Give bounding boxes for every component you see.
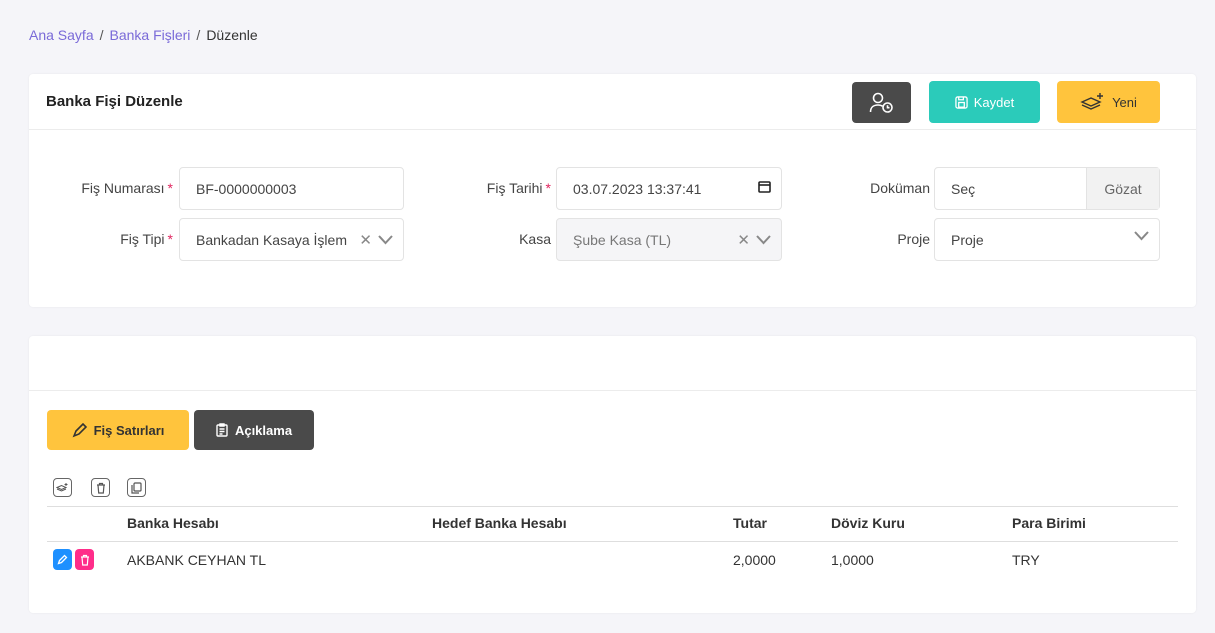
trash-icon — [96, 482, 105, 494]
column-header: Tutar — [733, 515, 767, 531]
dokuman-file-input[interactable]: Seç Gözat — [934, 167, 1160, 210]
kasa-select[interactable]: Şube Kasa (TL) ✕ — [556, 218, 782, 261]
column-header: Para Birimi — [1012, 515, 1086, 531]
browse-button[interactable]: Gözat — [1086, 168, 1159, 209]
add-row-button[interactable] — [53, 478, 72, 497]
clear-icon[interactable]: ✕ — [359, 231, 372, 249]
tab-fis-satirlari[interactable]: Fiş Satırları — [47, 410, 189, 450]
save-button[interactable]: Kaydet — [929, 81, 1040, 123]
save-icon — [955, 95, 968, 109]
layers-plus-icon — [56, 483, 68, 492]
fis-tarihi-label: Fiş Tarihi * — [486, 180, 551, 196]
cell-doviz-kuru: 1,0000 — [831, 552, 874, 568]
cell-banka-hesabi: AKBANK CEYHAN TL — [127, 552, 267, 568]
column-header: Döviz Kuru — [831, 515, 905, 531]
tab-aciklama[interactable]: Açıklama — [194, 410, 314, 450]
column-header: Hedef Banka Hesabı — [432, 515, 567, 531]
fis-numarasi-input[interactable]: BF-0000000003 — [179, 167, 404, 210]
cell-tutar: 2,0000 — [733, 552, 776, 568]
fis-tipi-label: Fiş Tipi * — [120, 231, 173, 247]
form-card: Banka Fişi Düzenle Kaydet Yeni Fiş Numar… — [29, 74, 1196, 307]
new-button-label: Yeni — [1112, 94, 1137, 110]
new-button[interactable]: Yeni — [1057, 81, 1160, 123]
edit-row-button[interactable] — [53, 549, 72, 570]
layers-plus-icon — [1080, 93, 1104, 110]
calendar-icon[interactable] — [758, 180, 771, 193]
pencil-icon — [57, 554, 68, 565]
tab-fis-satirlari-label: Fiş Satırları — [93, 422, 165, 438]
kasa-label: Kasa — [519, 231, 551, 247]
proje-select[interactable]: Proje — [934, 218, 1160, 261]
divider — [47, 541, 1178, 542]
copy-row-button[interactable] — [127, 478, 146, 497]
chevron-down-icon[interactable] — [378, 235, 393, 245]
chevron-down-icon[interactable] — [1134, 231, 1149, 241]
card-header: Banka Fişi Düzenle Kaydet Yeni — [29, 74, 1196, 130]
dokuman-label: Doküman — [870, 180, 930, 196]
breadcrumb-parent[interactable]: Banka Fişleri — [110, 27, 191, 43]
breadcrumb-separator: / — [196, 27, 201, 43]
fis-numarasi-label: Fiş Numarası * — [81, 180, 173, 196]
pen-icon — [72, 422, 87, 437]
fis-tipi-select[interactable]: Bankadan Kasaya İşlem ✕ — [179, 218, 404, 261]
proje-label: Proje — [897, 231, 930, 247]
lines-card: Fiş Satırları Açıklama Banka Hesabı Hede… — [29, 336, 1196, 613]
clear-icon[interactable]: ✕ — [737, 231, 750, 249]
clipboard-icon — [216, 423, 228, 437]
copy-icon — [131, 481, 142, 494]
breadcrumb-separator: / — [99, 27, 104, 43]
card-header — [29, 336, 1196, 391]
page-title: Banka Fişi Düzenle — [46, 93, 183, 110]
cell-para-birimi: TRY — [1012, 552, 1040, 568]
user-clock-icon — [869, 92, 893, 113]
tab-aciklama-label: Açıklama — [234, 422, 293, 438]
fis-tarihi-input[interactable]: 03.07.2023 13:37:41 — [556, 167, 782, 210]
breadcrumb-home[interactable]: Ana Sayfa — [29, 27, 94, 43]
delete-row-button[interactable] — [91, 478, 110, 497]
divider — [47, 506, 1178, 507]
breadcrumb: Ana Sayfa / Banka Fişleri / Düzenle — [29, 27, 258, 43]
trash-icon — [80, 554, 89, 566]
delete-button[interactable] — [75, 549, 94, 570]
breadcrumb-current: Düzenle — [206, 27, 258, 43]
save-button-label: Kaydet — [973, 94, 1015, 110]
history-button[interactable] — [852, 82, 911, 123]
chevron-down-icon[interactable] — [756, 235, 771, 245]
column-header: Banka Hesabı — [127, 515, 219, 531]
